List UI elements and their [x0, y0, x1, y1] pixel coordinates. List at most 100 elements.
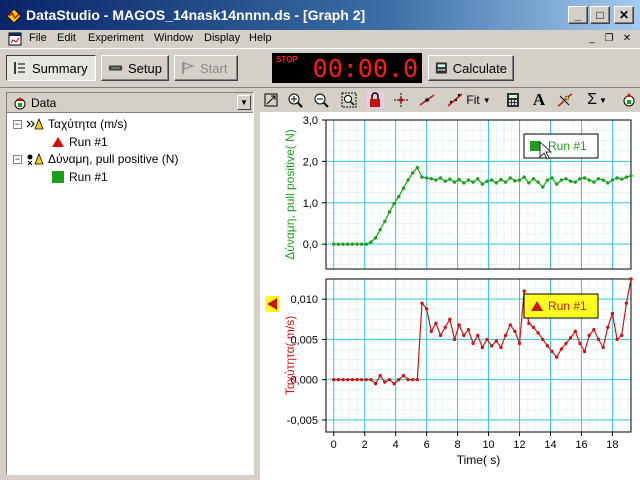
data-point [489, 344, 494, 348]
series-line [333, 166, 632, 245]
data-panel-dropdown[interactable]: ▼ [237, 95, 251, 110]
data-point [411, 377, 415, 382]
data-point [536, 331, 540, 335]
fit-dropdown-icon[interactable]: ▼ [483, 96, 491, 105]
data-point [476, 177, 480, 181]
data-point [466, 178, 471, 182]
data-point [610, 178, 615, 182]
data-point [383, 380, 387, 384]
red-triangle-icon [52, 137, 64, 147]
datastudio-logo-icon [6, 8, 22, 24]
summary-button[interactable]: Summary [6, 55, 96, 81]
data-point [401, 186, 406, 190]
collapse-icon[interactable]: − [13, 154, 22, 164]
slope-icon[interactable] [418, 91, 436, 109]
tree-item-velocity[interactable]: − Ταχύτητα (m/s) [13, 117, 127, 131]
data-point [378, 373, 382, 378]
data-point [420, 175, 424, 179]
y-tick-label: 1,0 [303, 198, 318, 210]
data-point [573, 180, 577, 184]
data-point [541, 337, 545, 342]
calculator-icon[interactable] [504, 91, 522, 109]
data-point [517, 178, 522, 182]
tree-item-force[interactable]: − Δύναμη, pull positive (N) [13, 152, 178, 166]
start-button[interactable]: Start [174, 55, 238, 81]
setup-button[interactable]: Setup [101, 55, 169, 81]
x-axis-label: Time( s) [457, 453, 501, 467]
data-point [411, 171, 415, 175]
menu-experiment[interactable]: Experiment [88, 32, 144, 44]
summary-icon [14, 62, 25, 74]
menu-help[interactable]: Help [249, 32, 272, 44]
menu-display[interactable]: Display [204, 32, 240, 44]
data-point [499, 177, 503, 182]
data-point [564, 177, 568, 181]
data-point [485, 337, 489, 342]
data-point [531, 325, 536, 330]
data-point [508, 176, 512, 180]
data-point [545, 178, 550, 182]
collapse-icon[interactable]: − [13, 119, 22, 129]
data-point [629, 277, 633, 281]
data-point [592, 328, 596, 332]
data-panel-header[interactable]: Data ▼ [7, 93, 253, 113]
x-tick-label: 8 [455, 439, 461, 451]
annotation-icon[interactable]: A [530, 90, 548, 109]
data-point [341, 377, 345, 382]
zoom-out-icon[interactable] [312, 91, 330, 109]
data-point [582, 349, 587, 354]
data-point [332, 377, 336, 382]
statistics-dropdown-icon[interactable]: ▼ [599, 96, 607, 105]
x-tick-label: 16 [575, 439, 587, 451]
start-label: Start [200, 60, 228, 76]
data-point [615, 176, 619, 180]
smart-tool-icon[interactable] [392, 91, 410, 109]
maximize-button[interactable]: □ [590, 6, 610, 24]
mdi-minimize-button[interactable]: _ [585, 32, 599, 45]
plot-0: 3,0 2,0 1,0 0,0 Δύναμη, pull positive( N) Run… [283, 115, 633, 270]
data-point [332, 242, 336, 246]
x-tick-label: 12 [513, 439, 525, 451]
menu-window[interactable]: Window [154, 32, 193, 44]
document-icon[interactable] [8, 32, 22, 46]
lock-icon[interactable] [366, 91, 384, 109]
tree-item-velocity-run[interactable]: Run #1 [51, 135, 108, 149]
data-point [373, 236, 378, 240]
zoom-in-icon[interactable] [286, 91, 304, 109]
menu-file[interactable]: File [29, 32, 47, 44]
calculate-button[interactable]: Calculate [428, 55, 514, 81]
statistics-button[interactable]: Σ ▼ [582, 91, 612, 109]
tree-item-force-run[interactable]: Run #1 [51, 170, 108, 184]
y-tick-label: 3,0 [303, 115, 318, 127]
menu-edit[interactable]: Edit [57, 32, 76, 44]
data-point [336, 242, 341, 246]
main-toolbar: Summary Setup Start STOP 00:00.0 Calcula… [0, 48, 640, 88]
mdi-close-button[interactable]: ✕ [620, 32, 634, 45]
velocity-sensor-icon [26, 117, 44, 130]
minimize-button[interactable]: _ [568, 6, 588, 24]
prediction-icon[interactable] [556, 91, 574, 109]
fit-button[interactable]: Fit ▼ [444, 91, 494, 109]
data-icon[interactable] [620, 91, 638, 109]
data-point [355, 377, 359, 382]
start-flag-icon [182, 62, 195, 74]
close-button[interactable]: ✕ [614, 6, 634, 24]
data-point [392, 201, 396, 206]
scale-to-fit-icon[interactable] [262, 91, 280, 109]
graph-canvas[interactable]: 3,0 2,0 1,0 0,0 Δύναμη, pull positive( N) Run… [260, 112, 640, 480]
calculator-icon [435, 62, 447, 74]
active-series-marker [265, 296, 279, 312]
graph-display[interactable]: 3,0 2,0 1,0 0,0 Δύναμη, pull positive( N) Run… [260, 112, 640, 480]
data-point [345, 377, 350, 382]
data-point [606, 325, 610, 330]
data-point [531, 177, 536, 181]
mdi-restore-button[interactable]: ❐ [602, 32, 616, 45]
zoom-select-icon[interactable] [340, 91, 358, 109]
data-point [383, 219, 387, 224]
data-point [596, 177, 601, 181]
title-bar[interactable]: DataStudio - MAGOS_14nask14nnnn.ds - [Gr… [0, 0, 640, 30]
interface-icon [108, 65, 123, 71]
x-tick-label: 4 [393, 439, 399, 451]
data-point [587, 178, 591, 182]
data-point [424, 307, 429, 311]
